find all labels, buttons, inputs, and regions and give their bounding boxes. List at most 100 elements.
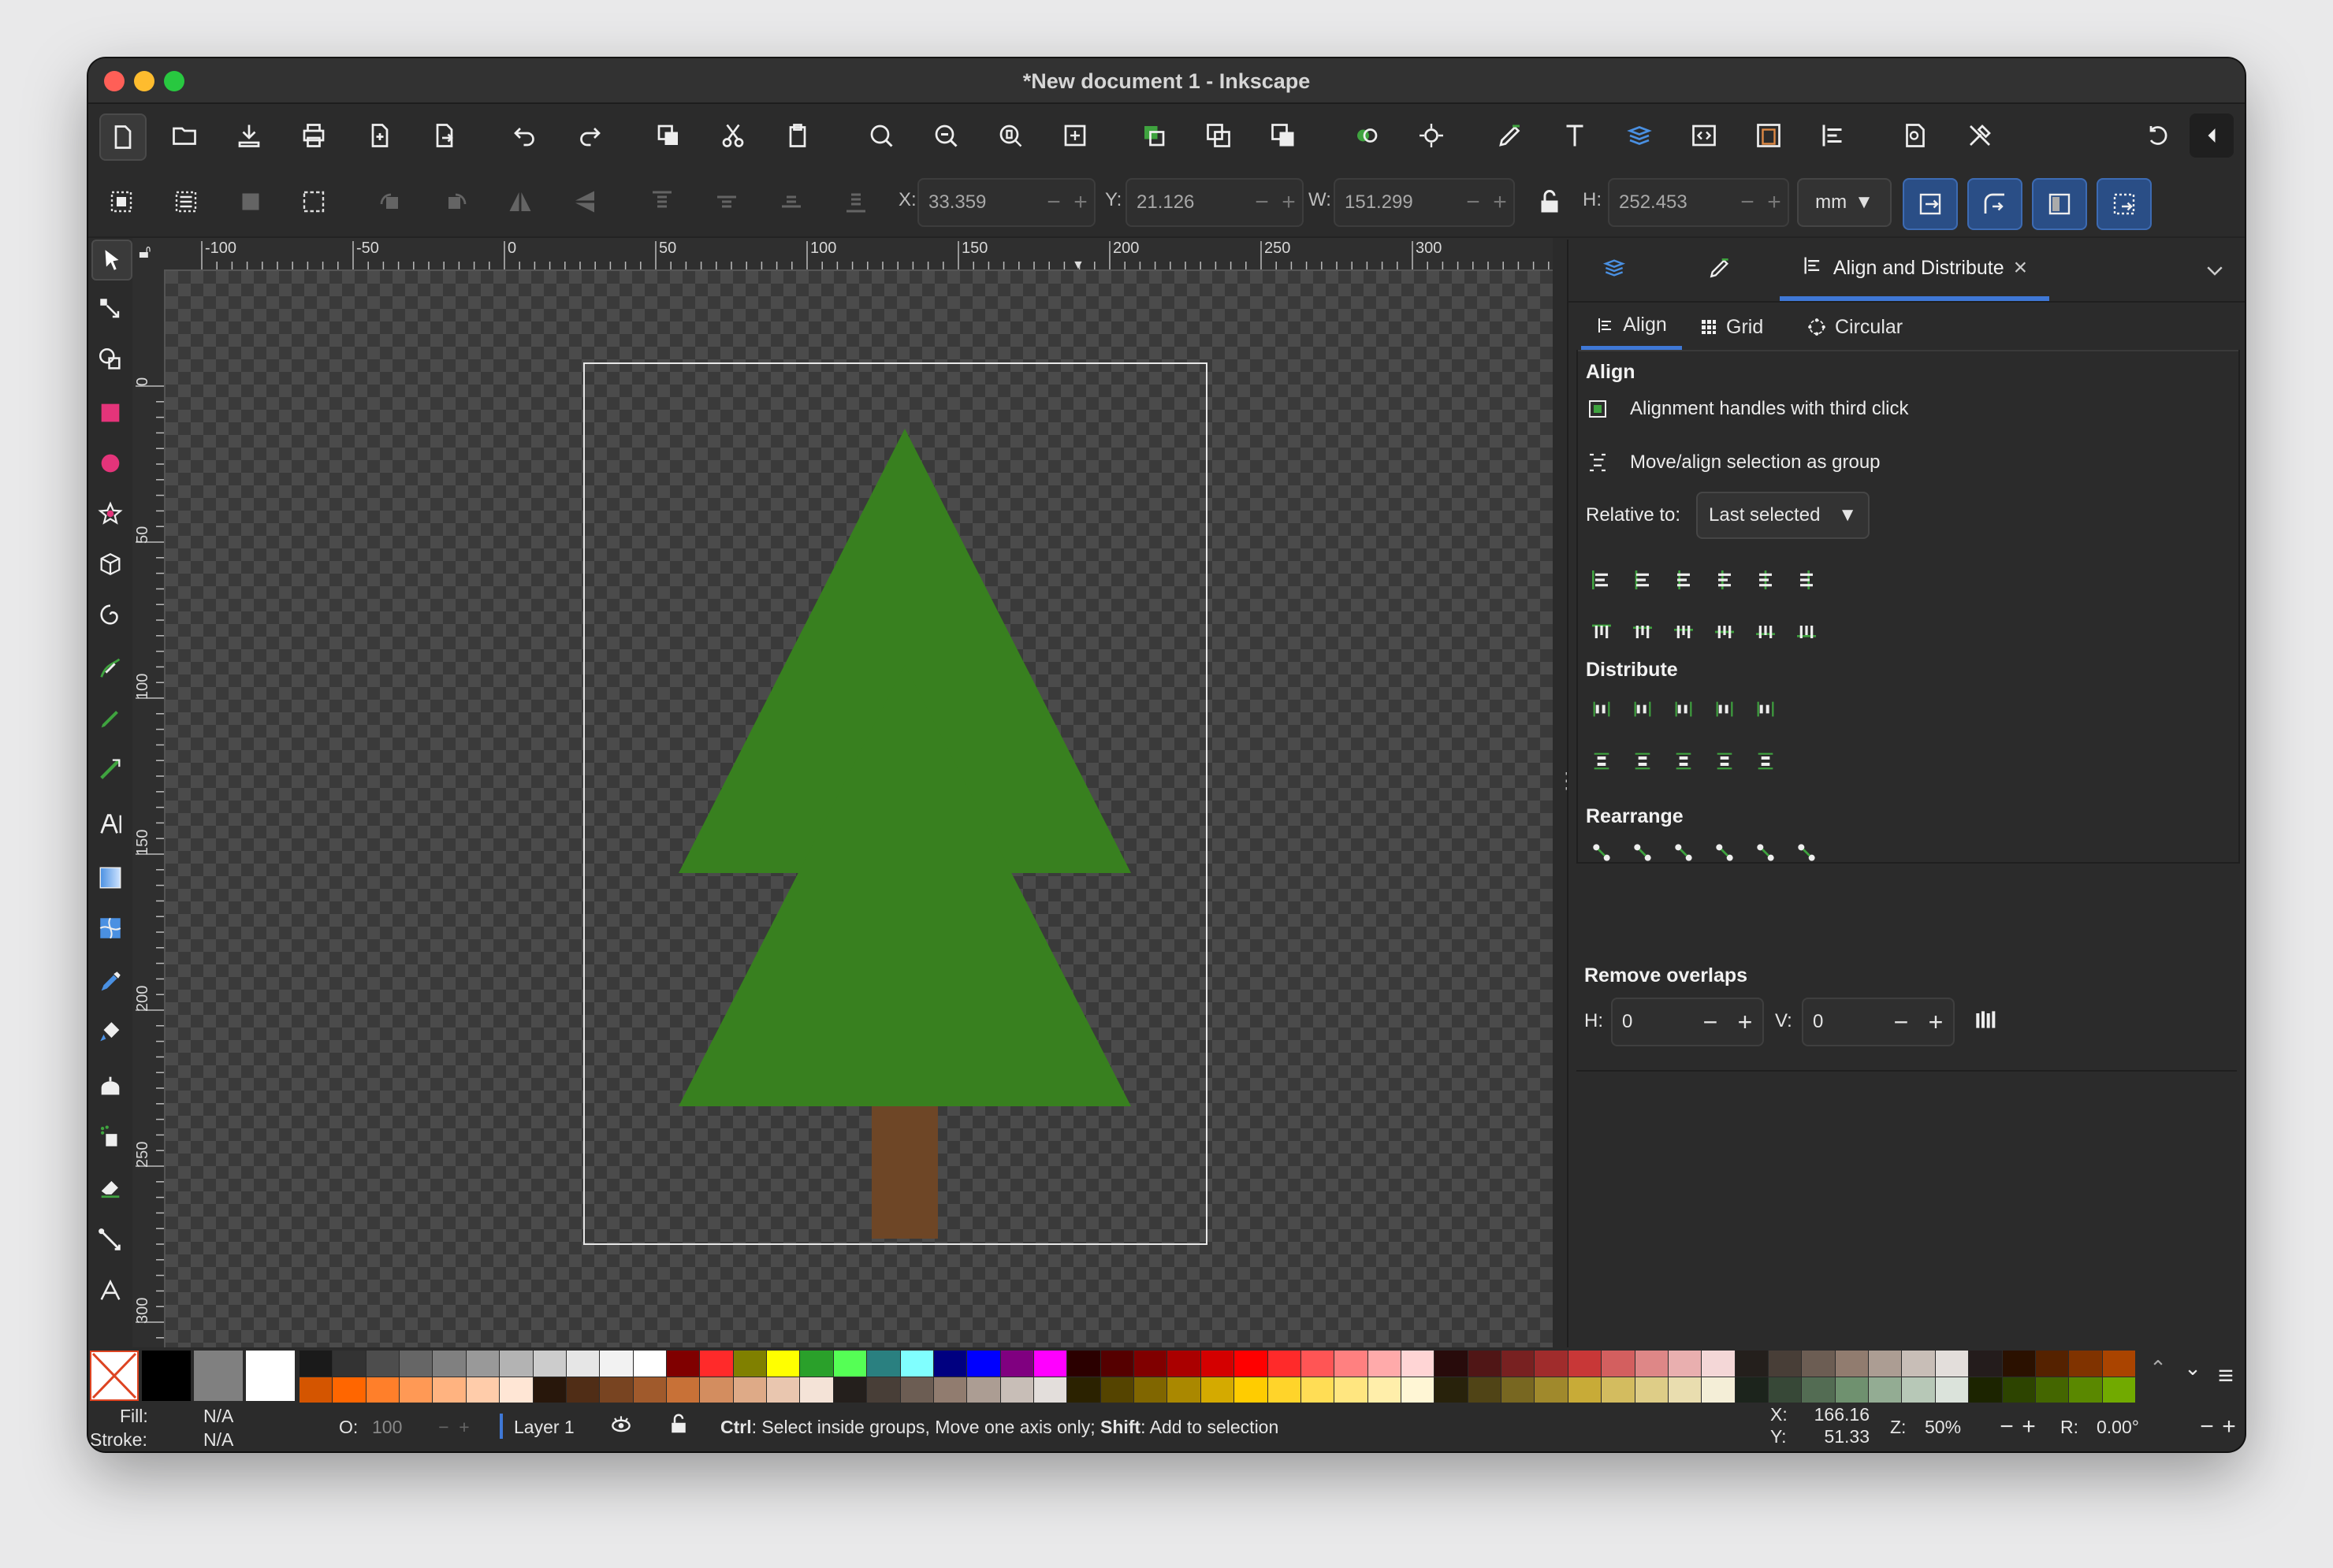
node-tool-icon[interactable] bbox=[91, 290, 129, 328]
document-properties-icon[interactable] bbox=[1747, 113, 1791, 158]
color-swatch[interactable] bbox=[1134, 1351, 1167, 1377]
transform-patterns-toggle[interactable] bbox=[2097, 178, 2152, 230]
color-swatch[interactable] bbox=[2035, 1351, 2069, 1377]
fill-stroke-icon[interactable] bbox=[1488, 113, 1532, 158]
3d-box-tool-icon[interactable] bbox=[91, 545, 129, 583]
color-swatch[interactable] bbox=[1635, 1377, 1668, 1403]
color-swatch[interactable] bbox=[400, 1351, 433, 1377]
lock-proportions-icon[interactable] bbox=[1527, 180, 1572, 224]
y-increment-icon[interactable]: + bbox=[1275, 189, 1302, 216]
spray-tool-icon[interactable] bbox=[91, 1117, 129, 1155]
align-horizontal-3-icon[interactable] bbox=[1668, 564, 1699, 596]
color-swatch[interactable] bbox=[566, 1377, 600, 1403]
color-swatch[interactable] bbox=[1034, 1377, 1067, 1403]
color-swatch[interactable] bbox=[1935, 1377, 1969, 1403]
color-swatch[interactable] bbox=[867, 1377, 900, 1403]
color-swatch[interactable] bbox=[566, 1351, 600, 1377]
text-tool-icon[interactable] bbox=[91, 805, 129, 843]
paint-bucket-icon[interactable] bbox=[91, 1013, 129, 1051]
color-swatch[interactable] bbox=[2069, 1377, 2102, 1403]
y-field[interactable]: 21.126 − + bbox=[1126, 178, 1304, 227]
layer-visibility-icon[interactable] bbox=[608, 1412, 634, 1443]
color-swatch[interactable] bbox=[366, 1351, 400, 1377]
align-vertical-5-icon[interactable] bbox=[1750, 616, 1781, 648]
color-swatch[interactable] bbox=[433, 1377, 466, 1403]
color-swatch[interactable] bbox=[1735, 1377, 1768, 1403]
color-swatch[interactable] bbox=[1300, 1377, 1334, 1403]
rearrange-1-icon[interactable] bbox=[1586, 837, 1617, 868]
option-move-as-group[interactable]: Move/align selection as group bbox=[1586, 451, 1881, 474]
align-vertical-6-icon[interactable] bbox=[1791, 616, 1822, 648]
x-decrement-icon[interactable]: − bbox=[1040, 189, 1067, 216]
distribute-vertical-4-icon[interactable] bbox=[1709, 745, 1740, 777]
zoom-fit-icon[interactable] bbox=[1053, 113, 1097, 158]
fill-value[interactable]: N/A bbox=[203, 1406, 233, 1427]
gradient-tool-icon[interactable] bbox=[91, 859, 129, 897]
rearrange-2-icon[interactable] bbox=[1627, 837, 1658, 868]
color-swatch[interactable] bbox=[800, 1377, 833, 1403]
pen-tool-icon[interactable] bbox=[91, 649, 129, 687]
color-swatch[interactable] bbox=[1100, 1351, 1134, 1377]
eraser-tool-icon[interactable] bbox=[91, 1168, 129, 1206]
align-vertical-4-icon[interactable] bbox=[1709, 616, 1740, 648]
zoom-drawing-icon[interactable] bbox=[924, 113, 968, 158]
color-swatch[interactable] bbox=[1300, 1351, 1334, 1377]
color-swatch[interactable] bbox=[2035, 1377, 2069, 1403]
rotate-decrement-icon[interactable]: − bbox=[2196, 1414, 2218, 1440]
opacity-increment-icon[interactable]: + bbox=[454, 1417, 474, 1438]
color-swatch[interactable] bbox=[1000, 1377, 1033, 1403]
subtab-circular[interactable]: Circular bbox=[1806, 304, 1903, 350]
pencil-tool-icon[interactable] bbox=[91, 700, 129, 738]
dropper-tool-icon[interactable] bbox=[91, 963, 129, 1001]
color-swatch[interactable] bbox=[1267, 1351, 1300, 1377]
units-dropdown[interactable]: mm ▼ bbox=[1797, 178, 1892, 227]
unlink-clone-icon[interactable] bbox=[1409, 113, 1453, 158]
color-swatch[interactable] bbox=[1234, 1377, 1267, 1403]
undo-icon[interactable] bbox=[503, 113, 547, 158]
tree-bottom-triangle[interactable] bbox=[679, 665, 1131, 1106]
color-swatch[interactable] bbox=[1568, 1351, 1602, 1377]
w-increment-icon[interactable]: + bbox=[1486, 189, 1513, 216]
color-swatch[interactable] bbox=[667, 1351, 700, 1377]
selector-tool-icon[interactable] bbox=[91, 240, 132, 281]
zoom-out-icon[interactable]: − bbox=[1996, 1414, 2018, 1440]
color-swatch[interactable] bbox=[2102, 1351, 2135, 1377]
color-swatch[interactable] bbox=[1367, 1351, 1401, 1377]
color-swatch[interactable] bbox=[1167, 1351, 1200, 1377]
option-alignment-handles[interactable]: Alignment handles with third click bbox=[1586, 397, 1909, 421]
color-swatch[interactable] bbox=[833, 1351, 867, 1377]
color-swatch[interactable] bbox=[700, 1351, 733, 1377]
transform-gradients-toggle[interactable] bbox=[2032, 178, 2087, 230]
distribute-vertical-2-icon[interactable] bbox=[1627, 745, 1658, 777]
color-swatch[interactable] bbox=[1835, 1377, 1869, 1403]
zoom-page-icon[interactable] bbox=[988, 113, 1033, 158]
distribute-horizontal-2-icon[interactable] bbox=[1627, 693, 1658, 725]
color-swatch[interactable] bbox=[800, 1351, 833, 1377]
color-swatch[interactable] bbox=[1668, 1351, 1702, 1377]
flip-vertical-icon[interactable] bbox=[563, 180, 607, 224]
align-vertical-1-icon[interactable] bbox=[1586, 616, 1617, 648]
palette-scroll-up-icon[interactable]: ⌃ bbox=[2142, 1352, 2174, 1384]
paste-icon[interactable] bbox=[776, 113, 820, 158]
shape-builder-icon[interactable] bbox=[91, 340, 129, 378]
align-vertical-2-icon[interactable] bbox=[1627, 616, 1658, 648]
color-swatch[interactable] bbox=[433, 1351, 466, 1377]
align-horizontal-5-icon[interactable] bbox=[1750, 564, 1781, 596]
color-swatch[interactable] bbox=[1267, 1377, 1300, 1403]
color-swatch[interactable] bbox=[600, 1377, 633, 1403]
xml-editor-icon[interactable] bbox=[1682, 113, 1726, 158]
color-swatch[interactable] bbox=[733, 1377, 767, 1403]
no-paint-swatch[interactable] bbox=[90, 1351, 139, 1401]
zoom-in-icon[interactable]: + bbox=[2018, 1414, 2040, 1440]
color-swatch[interactable] bbox=[333, 1377, 366, 1403]
flip-horizontal-icon[interactable] bbox=[498, 180, 542, 224]
color-swatch[interactable] bbox=[366, 1377, 400, 1403]
color-swatch[interactable] bbox=[500, 1351, 533, 1377]
h-increment-icon[interactable]: + bbox=[1728, 1008, 1762, 1037]
layer-lock-icon[interactable] bbox=[667, 1412, 690, 1440]
color-swatch[interactable] bbox=[1769, 1377, 1802, 1403]
new-document-icon[interactable] bbox=[99, 113, 147, 161]
color-swatch[interactable] bbox=[533, 1351, 566, 1377]
tweak-tool-icon[interactable] bbox=[91, 1067, 129, 1105]
rotate-increment-icon[interactable]: + bbox=[2218, 1414, 2240, 1440]
